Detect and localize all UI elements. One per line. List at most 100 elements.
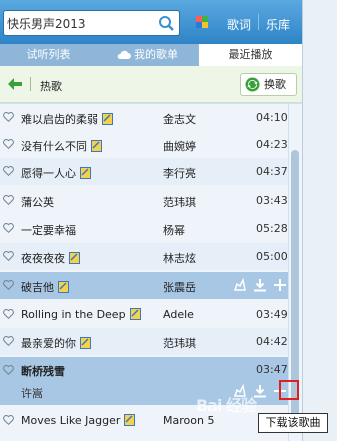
tab-preview-list[interactable]: 试听列表 bbox=[0, 44, 97, 66]
add-icon[interactable] bbox=[273, 278, 287, 292]
refresh-icon bbox=[245, 77, 260, 92]
tab-bar: 试听列表 我的歌单 最近播放 bbox=[0, 44, 302, 66]
list-header: 热歌 换歌 bbox=[0, 66, 302, 103]
heart-icon[interactable] bbox=[3, 223, 14, 234]
heart-icon[interactable] bbox=[3, 415, 14, 426]
tab-label: 最近播放 bbox=[228, 48, 273, 61]
hq-badge-icon bbox=[80, 167, 91, 179]
tab-label: 试听列表 bbox=[26, 48, 71, 61]
song-title: Moves Like Jagger bbox=[21, 414, 136, 427]
hq-badge-icon bbox=[80, 337, 91, 349]
song-title-text: 断桥残雪 bbox=[21, 365, 65, 378]
song-title-text: 蒲公英 bbox=[21, 196, 54, 209]
song-title: 最亲爱的你 bbox=[21, 335, 91, 351]
song-duration: 05:00 bbox=[256, 250, 288, 263]
song-duration: 03:47 bbox=[256, 363, 288, 376]
tab-recently-played[interactable]: 最近播放 bbox=[198, 44, 302, 66]
song-title-text: 破吉他 bbox=[21, 281, 54, 294]
heart-icon[interactable] bbox=[3, 195, 14, 206]
download-highlight-box bbox=[279, 380, 299, 400]
song-row[interactable]: Rolling in the Deep Adele 03:49 bbox=[0, 301, 288, 328]
list-title: 热歌 bbox=[40, 80, 62, 93]
song-title-text: 一定要幸福 bbox=[21, 224, 76, 237]
hq-badge-icon bbox=[58, 281, 69, 293]
song-duration: 04:23 bbox=[256, 138, 288, 151]
song-title-text: 难以启齿的柔弱 bbox=[21, 113, 98, 126]
song-artist[interactable]: 范玮琪 bbox=[163, 335, 196, 351]
side-panel bbox=[302, 0, 337, 441]
divider bbox=[30, 77, 31, 91]
song-title: 难以启齿的柔弱 bbox=[21, 111, 113, 127]
song-artist[interactable]: 许嵩 bbox=[21, 385, 43, 401]
song-title-text: Moves Like Jagger bbox=[21, 414, 121, 427]
song-duration: 04:37 bbox=[256, 165, 288, 178]
heart-icon[interactable] bbox=[3, 309, 14, 320]
song-title: 一定要幸福 bbox=[21, 222, 76, 238]
song-row[interactable]: 没有什么不同 曲婉婷 04:23 bbox=[0, 131, 288, 158]
song-artist[interactable]: 曲婉婷 bbox=[163, 138, 196, 154]
tab-label: 我的歌单 bbox=[134, 48, 178, 61]
song-title: 破吉他 bbox=[21, 279, 69, 295]
song-duration: 04:42 bbox=[256, 335, 288, 348]
search-box[interactable] bbox=[3, 10, 180, 36]
song-row[interactable]: 一定要幸福 杨幂 05:28 bbox=[0, 215, 288, 242]
song-row[interactable]: 难以启齿的柔弱 金志文 04:10 bbox=[0, 104, 288, 131]
hq-badge-icon bbox=[69, 252, 80, 264]
hq-badge-icon bbox=[124, 414, 136, 426]
song-title: 夜夜夜夜 bbox=[21, 250, 80, 266]
heart-icon[interactable] bbox=[3, 251, 14, 262]
song-title-text: 没有什么不同 bbox=[21, 140, 87, 153]
song-row[interactable]: 破吉他 张震岳 bbox=[0, 272, 288, 299]
song-artist[interactable]: 张震岳 bbox=[163, 279, 196, 295]
song-row[interactable]: 蒲公英 范玮琪 03:43 bbox=[0, 187, 288, 214]
tab-my-playlist[interactable]: 我的歌单 bbox=[97, 44, 198, 66]
song-title-text: Rolling in the Deep bbox=[21, 308, 126, 321]
search-icon[interactable] bbox=[155, 13, 177, 33]
song-list: 难以启齿的柔弱 金志文 04:10 没有什么不同 曲婉婷 04:23 愿得一人心 李行亮 04:… bbox=[0, 104, 288, 441]
top-bar: 歌词 乐库 bbox=[0, 0, 337, 44]
heart-icon[interactable] bbox=[3, 139, 14, 150]
download-tooltip: 下载该歌曲 bbox=[258, 413, 328, 433]
song-title: 没有什么不同 bbox=[21, 138, 102, 154]
song-title-text: 夜夜夜夜 bbox=[21, 252, 65, 265]
song-artist[interactable]: 范玮琪 bbox=[163, 194, 196, 210]
search-input[interactable] bbox=[7, 14, 153, 32]
swap-songs-button[interactable]: 换歌 bbox=[240, 73, 297, 96]
hq-badge-icon bbox=[91, 140, 102, 152]
back-arrow-icon[interactable] bbox=[8, 78, 22, 90]
song-row[interactable]: 愿得一人心 李行亮 04:37 bbox=[0, 158, 288, 185]
lyrics-link[interactable]: 歌词 bbox=[227, 16, 251, 33]
song-title: Rolling in the Deep bbox=[21, 308, 141, 321]
song-duration: 03:49 bbox=[256, 308, 288, 321]
song-artist[interactable]: 林志炫 bbox=[163, 250, 196, 266]
song-artist[interactable]: 金志文 bbox=[163, 111, 196, 127]
heart-icon[interactable] bbox=[3, 112, 14, 123]
song-title-text: 愿得一人心 bbox=[21, 167, 76, 180]
heart-icon[interactable] bbox=[3, 336, 14, 347]
song-row[interactable]: 最亲爱的你 范玮琪 04:42 bbox=[0, 328, 288, 355]
hq-badge-icon bbox=[102, 113, 113, 125]
watermark: Bai 经验 bbox=[196, 396, 257, 415]
song-duration: 03:43 bbox=[256, 194, 288, 207]
skin-icon[interactable] bbox=[196, 16, 208, 28]
heart-icon[interactable] bbox=[3, 280, 14, 291]
song-row[interactable]: 夜夜夜夜 林志炫 05:00 bbox=[0, 243, 288, 270]
song-title: 蒲公英 bbox=[21, 194, 54, 210]
hq-badge-icon bbox=[129, 308, 141, 320]
divider bbox=[258, 14, 259, 30]
song-artist[interactable]: Adele bbox=[163, 308, 194, 321]
song-title: 愿得一人心 bbox=[21, 165, 91, 181]
library-link[interactable]: 乐库 bbox=[266, 16, 290, 33]
download-icon[interactable] bbox=[253, 278, 267, 292]
song-duration: 05:28 bbox=[256, 222, 288, 235]
cloud-icon bbox=[117, 50, 131, 59]
song-title: 断桥残雪 bbox=[21, 363, 65, 379]
song-actions bbox=[233, 277, 288, 294]
song-artist[interactable]: 杨幂 bbox=[163, 222, 185, 238]
song-artist[interactable]: 李行亮 bbox=[163, 165, 196, 181]
share-icon[interactable] bbox=[233, 277, 247, 292]
heart-icon[interactable] bbox=[3, 365, 14, 376]
song-duration: 04:10 bbox=[256, 111, 288, 124]
heart-icon[interactable] bbox=[3, 166, 14, 177]
song-title-text: 最亲爱的你 bbox=[21, 337, 76, 350]
